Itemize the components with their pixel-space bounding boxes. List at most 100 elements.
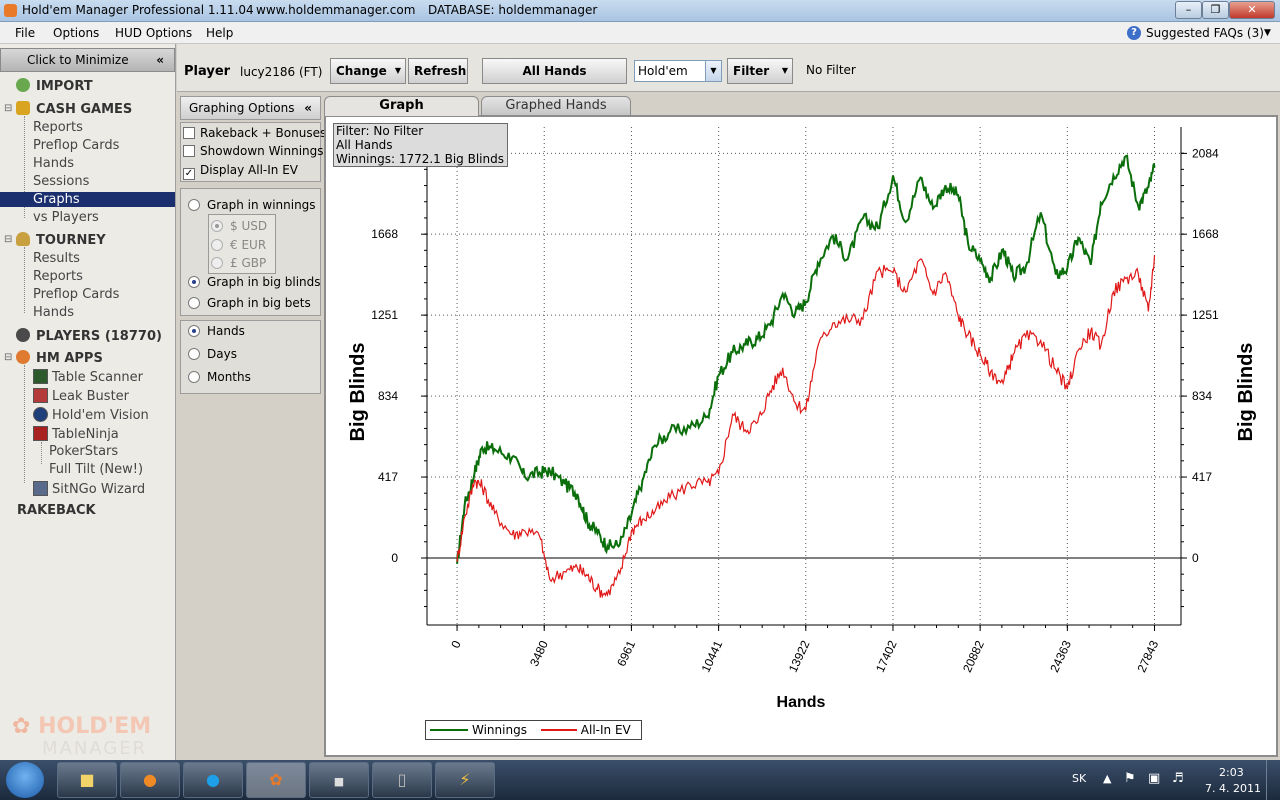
tab-graphed-hands[interactable]: Graphed Hands [481,96,631,116]
sidebar-hm-apps[interactable]: HM APPS [16,350,103,366]
currency-usd-radio[interactable]: $ USD [211,219,267,233]
x-tick-label: 6961 [614,638,638,668]
currency-gbp-radio[interactable]: £ GBP [211,256,266,270]
full-tilt-taskbar-button[interactable]: ■ [309,762,369,798]
collapse-icon[interactable]: ⊟ [4,352,12,363]
sidebar-rakeback[interactable]: RAKEBACK [17,503,96,518]
game-type-select[interactable]: Hold'em ▼ [634,60,722,82]
player-name: lucy2186 (FT) [240,65,323,79]
menu-file[interactable]: File [15,26,35,40]
sidebar-item-sessions[interactable]: Sessions [33,174,89,189]
tray-expand-icon[interactable]: ▲ [1103,772,1111,785]
rakeback-bonuses-checkbox[interactable]: Rakeback + Bonuses [183,126,326,140]
holdem-vision-icon [33,407,48,422]
graph-in-big-bets-radio[interactable]: Graph in big bets [188,296,311,310]
collapse-icon[interactable]: ⊟ [4,234,12,245]
start-button[interactable] [6,762,44,798]
chevron-down-icon[interactable]: ▼ [1264,28,1271,38]
info-hands: All Hands [336,138,393,152]
refresh-button[interactable]: Refresh [408,58,468,84]
filter-status: No Filter [806,63,856,77]
xaxis-hands-radio[interactable]: Hands [188,324,245,338]
sidebar-tourney[interactable]: TOURNEY [16,232,106,248]
y-tick-label-right: 2084 [1192,146,1219,160]
sidebar-item-tableninja[interactable]: TableNinja [33,426,119,442]
sidebar: Click to Minimize « IMPORT ⊟ CASH GAMES … [0,44,176,760]
app-taskbar-button[interactable]: ⚡ [435,762,495,798]
sidebar-item-tourney-hands[interactable]: Hands [33,305,74,320]
sidebar-item-cash-reports[interactable]: Reports [33,120,83,135]
close-window-button[interactable]: ✕ [1229,1,1275,19]
sidebar-item-vs-players[interactable]: vs Players [33,210,99,225]
x-tick-label: 3480 [527,638,551,668]
clock-time[interactable]: 2:03 [1219,766,1244,779]
radio-button-selected [188,276,200,288]
sidebar-item-full-tilt[interactable]: Full Tilt (New!) [49,462,143,477]
show-desktop-button[interactable] [1266,760,1280,800]
logo-text-bottom: MANAGER [42,738,148,759]
change-player-button[interactable]: Change ▼ [330,58,406,84]
sidebar-import[interactable]: IMPORT [16,78,93,94]
graph-in-big-blinds-label: Graph in big blinds [207,275,321,289]
sidebar-item-cash-hands[interactable]: Hands [33,156,74,171]
phone-taskbar-button[interactable]: ▯ [372,762,432,798]
y-tick-label-right: 0 [1192,551,1199,565]
checkbox-box [183,145,195,157]
display-allin-ev-checkbox[interactable]: ✓ Display All-In EV [183,163,298,180]
minimize-window-button[interactable]: – [1175,1,1202,19]
radio-button [188,199,200,211]
graph-in-winnings-radio[interactable]: Graph in winnings [188,198,316,212]
all-hands-button[interactable]: All Hands [482,58,627,84]
graphing-options-header[interactable]: Graphing Options « [180,96,321,120]
sidebar-cash-games[interactable]: CASH GAMES [16,101,132,117]
menu-help[interactable]: Help [206,26,233,40]
collapse-left-icon: « [304,101,312,115]
explorer-taskbar-button[interactable]: ■ [57,762,117,798]
menu-hud-options[interactable]: HUD Options [115,26,192,40]
flag-icon[interactable]: ⚑ [1124,771,1136,786]
radio-button [211,257,223,269]
sidebar-item-holdem-vision[interactable]: Hold'em Vision [33,407,149,423]
firefox-icon: ● [143,770,157,789]
clock-date[interactable]: 7. 4. 2011 [1205,782,1261,795]
y-tick-label-right: 1251 [1192,308,1219,322]
graph-in-big-blinds-radio[interactable]: Graph in big blinds [188,275,321,289]
player-label: Player [184,64,231,79]
sidebar-item-tourney-preflop-cards[interactable]: Preflop Cards [33,287,119,302]
cash-games-label: CASH GAMES [36,102,133,117]
tab-graph[interactable]: Graph [324,96,479,116]
firefox-taskbar-button[interactable]: ● [120,762,180,798]
radio-button-selected [188,325,200,337]
sidebar-players[interactable]: PLAYERS (18770) [16,328,162,344]
sidebar-item-pokerstars[interactable]: PokerStars [49,444,118,459]
sidebar-item-tourney-results[interactable]: Results [33,251,80,266]
x-axis-label: Hands [777,694,826,711]
volume-icon[interactable]: ♬ [1172,771,1184,786]
import-icon [16,78,30,92]
collapse-icon[interactable]: ⊟ [4,103,12,114]
info-filter: Filter: No Filter [336,124,424,138]
info-winnings: Winnings: 1772.1 Big Blinds [336,152,504,166]
network-icon[interactable]: ▣ [1148,771,1160,786]
maximize-window-button[interactable]: ❐ [1202,1,1229,19]
minimize-sidebar-button[interactable]: Click to Minimize « [0,48,175,72]
language-indicator[interactable]: SK [1072,772,1086,785]
sidebar-item-leak-buster[interactable]: Leak Buster [33,388,129,404]
sitngo-wizard-label: SitNGo Wizard [52,482,146,497]
filter-button[interactable]: Filter ▼ [727,58,793,84]
xaxis-days-radio[interactable]: Days [188,347,237,361]
sidebar-item-sitngo-wizard[interactable]: SitNGo Wizard [33,481,145,497]
sidebar-item-graphs[interactable]: Graphs [0,192,175,207]
skype-taskbar-button[interactable]: ● [183,762,243,798]
menu-options[interactable]: Options [53,26,99,40]
suggested-faqs-link[interactable]: Suggested FAQs (3) [1146,26,1264,40]
sidebar-item-cash-preflop-cards[interactable]: Preflop Cards [33,138,119,153]
full-tilt-icon: ■ [333,775,345,788]
sidebar-item-tourney-reports[interactable]: Reports [33,269,83,284]
currency-eur-radio[interactable]: € EUR [211,238,266,252]
folder-icon: ■ [79,770,95,789]
showdown-winnings-checkbox[interactable]: Showdown Winnings [183,144,324,158]
sidebar-item-table-scanner[interactable]: Table Scanner [33,369,143,385]
holdem-manager-taskbar-button[interactable]: ✿ [246,762,306,798]
xaxis-months-radio[interactable]: Months [188,370,251,384]
